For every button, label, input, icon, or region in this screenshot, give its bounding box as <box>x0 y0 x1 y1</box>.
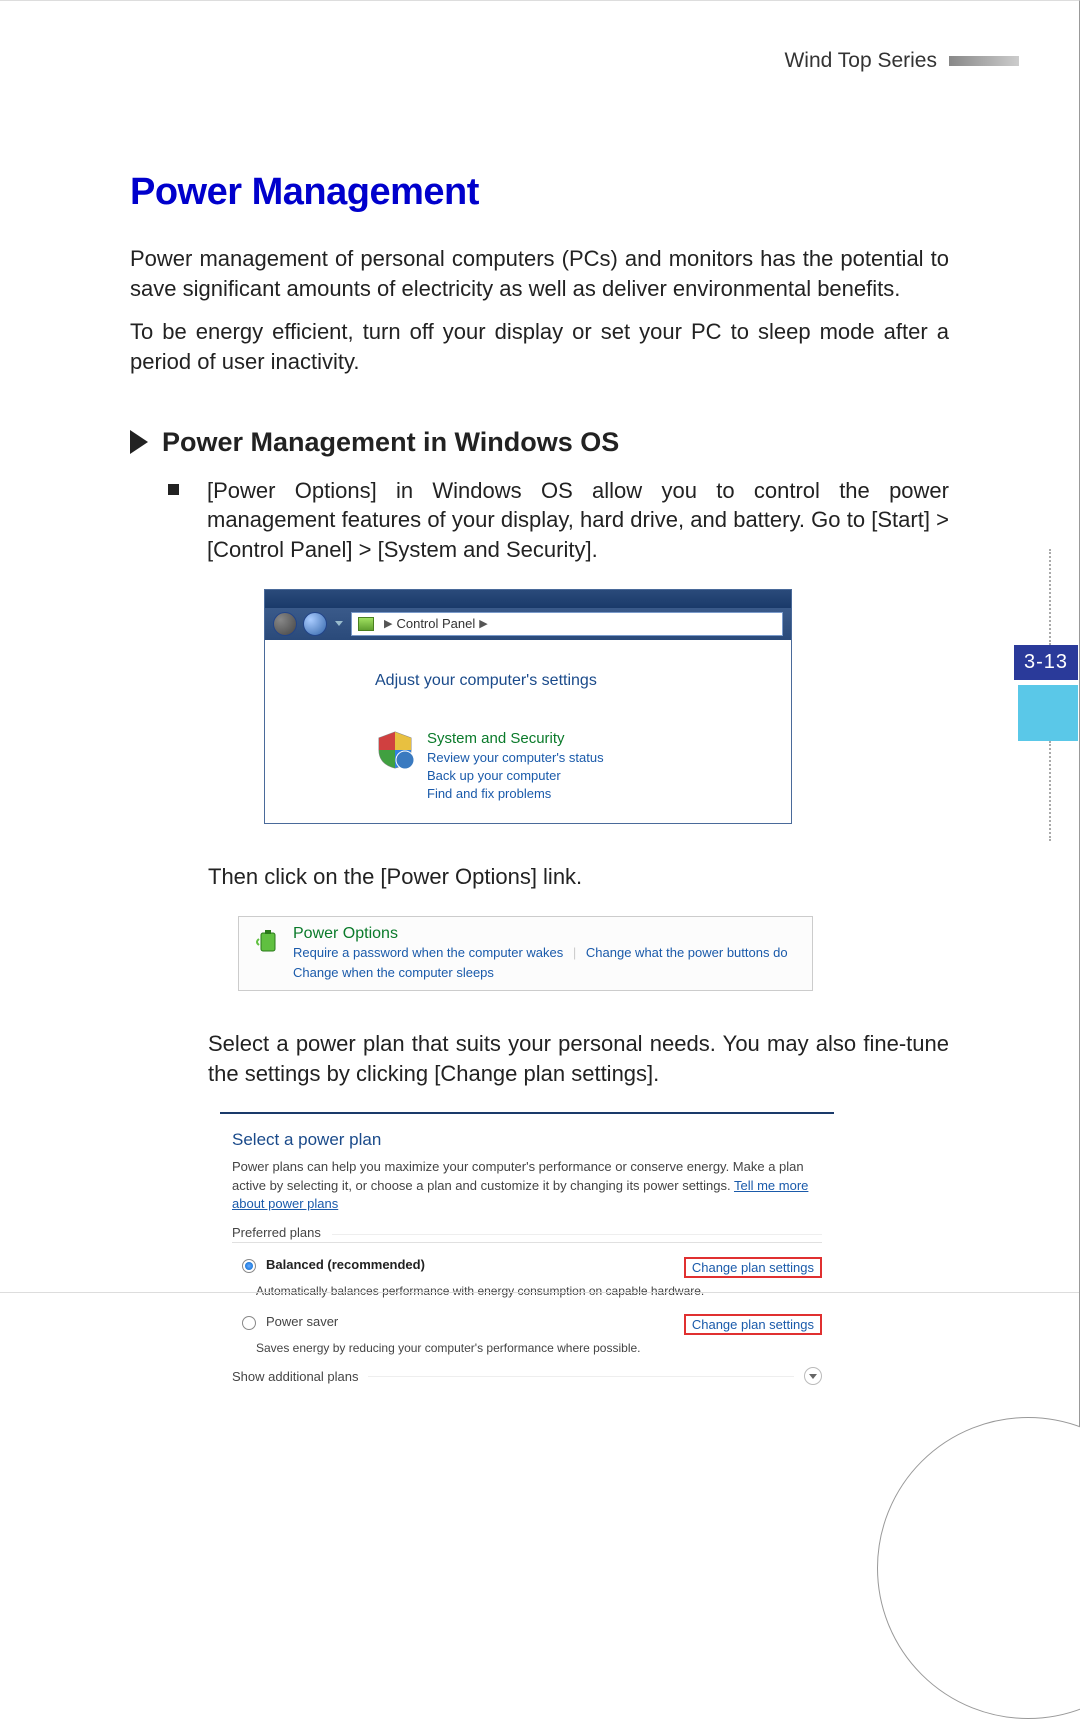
series-label: Wind Top Series <box>784 49 937 73</box>
power-options-links: Require a password when the computer wak… <box>293 943 788 982</box>
breadcrumb-sep-icon: ▶ <box>384 617 392 630</box>
change-plan-settings-saver[interactable]: Change plan settings <box>684 1314 822 1335</box>
preferred-plans-legend: Preferred plans <box>232 1225 822 1243</box>
power-options-title[interactable]: Power Options <box>293 925 788 943</box>
power-plan-saver-row: Power saver Change plan settings <box>232 1310 822 1339</box>
plan-balanced-desc: Automatically balances performance with … <box>232 1284 822 1298</box>
address-bar[interactable]: ▶ Control Panel ▶ <box>351 612 783 636</box>
system-security-row: System and Security Review your computer… <box>375 730 775 804</box>
plan-saver-desc: Saves energy by reducing your computer's… <box>232 1341 822 1355</box>
instruction-after-shot2: Select a power plan that suits your pers… <box>130 1029 949 1088</box>
control-panel-body: Adjust your computer's settings <box>265 640 791 824</box>
nav-forward-button[interactable] <box>303 612 327 636</box>
nav-back-button[interactable] <box>273 612 297 636</box>
page-header: Wind Top Series <box>784 49 1019 73</box>
bottom-rule <box>0 1292 1079 1293</box>
content-area: Power Management Power management of per… <box>0 41 1079 1395</box>
nav-history-dropdown[interactable] <box>333 614 345 634</box>
show-additional-plans-row[interactable]: Show additional plans <box>232 1367 822 1385</box>
system-security-title[interactable]: System and Security <box>427 730 604 747</box>
screenshot-power-plan: Select a power plan Power plans can help… <box>220 1112 834 1395</box>
change-plan-settings-balanced[interactable]: Change plan settings <box>684 1257 822 1278</box>
dotted-margin-line <box>1049 741 1051 841</box>
window-nav-bar: ▶ Control Panel ▶ <box>265 608 791 640</box>
plan-balanced-label: Balanced (recommended) <box>266 1257 425 1272</box>
link-review-status[interactable]: Review your computer's status <box>427 749 604 767</box>
instruction-after-shot1: Then click on the [Power Options] link. <box>130 862 949 892</box>
show-additional-label: Show additional plans <box>232 1369 358 1384</box>
power-plan-description: Power plans can help you maximize your c… <box>232 1158 822 1213</box>
adjust-settings-heading: Adjust your computer's settings <box>375 672 775 690</box>
shield-icon <box>375 730 415 770</box>
breadcrumb-control-panel[interactable]: Control Panel <box>396 616 475 631</box>
square-bullet-icon <box>168 484 179 495</box>
intro-paragraph-2: To be energy efficient, turn off your di… <box>130 317 949 376</box>
page-title: Power Management <box>130 171 949 214</box>
bullet-item-1: [Power Options] in Windows OS allow you … <box>130 476 949 565</box>
system-security-links: System and Security Review your computer… <box>427 730 604 804</box>
dotted-margin-line <box>1049 549 1051 645</box>
link-separator: | <box>573 945 576 960</box>
battery-icon <box>253 925 283 982</box>
radio-power-saver[interactable] <box>242 1316 256 1330</box>
section-heading: Power Management in Windows OS <box>162 427 619 458</box>
page-container: Wind Top Series Power Management Power m… <box>0 0 1080 1619</box>
arrow-right-icon <box>130 430 148 454</box>
screenshot-control-panel: ▶ Control Panel ▶ Adjust your computer's… <box>264 589 792 825</box>
folder-icon <box>358 617 374 631</box>
power-plan-desc-text: Power plans can help you maximize your c… <box>232 1159 804 1192</box>
chevron-down-icon[interactable] <box>804 1367 822 1385</box>
corner-cutout <box>879 1419 1079 1619</box>
page-number-tab: 3-13 <box>1014 645 1078 680</box>
link-sleep-settings[interactable]: Change when the computer sleeps <box>293 965 494 980</box>
header-accent-bar <box>949 56 1019 66</box>
preferred-plans-section: Preferred plans Balanced (recommended) C… <box>232 1225 822 1355</box>
intro-paragraph-1: Power management of personal computers (… <box>130 244 949 303</box>
bullet-text-1: [Power Options] in Windows OS allow you … <box>207 476 949 565</box>
link-power-buttons[interactable]: Change what the power buttons do <box>586 945 788 960</box>
link-backup[interactable]: Back up your computer <box>427 767 604 785</box>
radio-balanced[interactable] <box>242 1259 256 1273</box>
breadcrumb-sep-icon: ▶ <box>479 617 487 630</box>
screenshot-power-options: Power Options Require a password when th… <box>238 916 813 991</box>
window-titlebar <box>265 590 791 608</box>
section-heading-row: Power Management in Windows OS <box>130 427 949 458</box>
plan-saver-label: Power saver <box>266 1314 338 1329</box>
select-power-plan-heading: Select a power plan <box>232 1130 822 1150</box>
link-find-fix[interactable]: Find and fix problems <box>427 785 604 803</box>
divider-line <box>368 1376 794 1377</box>
link-require-password[interactable]: Require a password when the computer wak… <box>293 945 563 960</box>
power-options-body: Power Options Require a password when th… <box>293 925 788 982</box>
accent-tab <box>1018 685 1078 741</box>
power-plan-balanced-row: Balanced (recommended) Change plan setti… <box>232 1253 822 1282</box>
